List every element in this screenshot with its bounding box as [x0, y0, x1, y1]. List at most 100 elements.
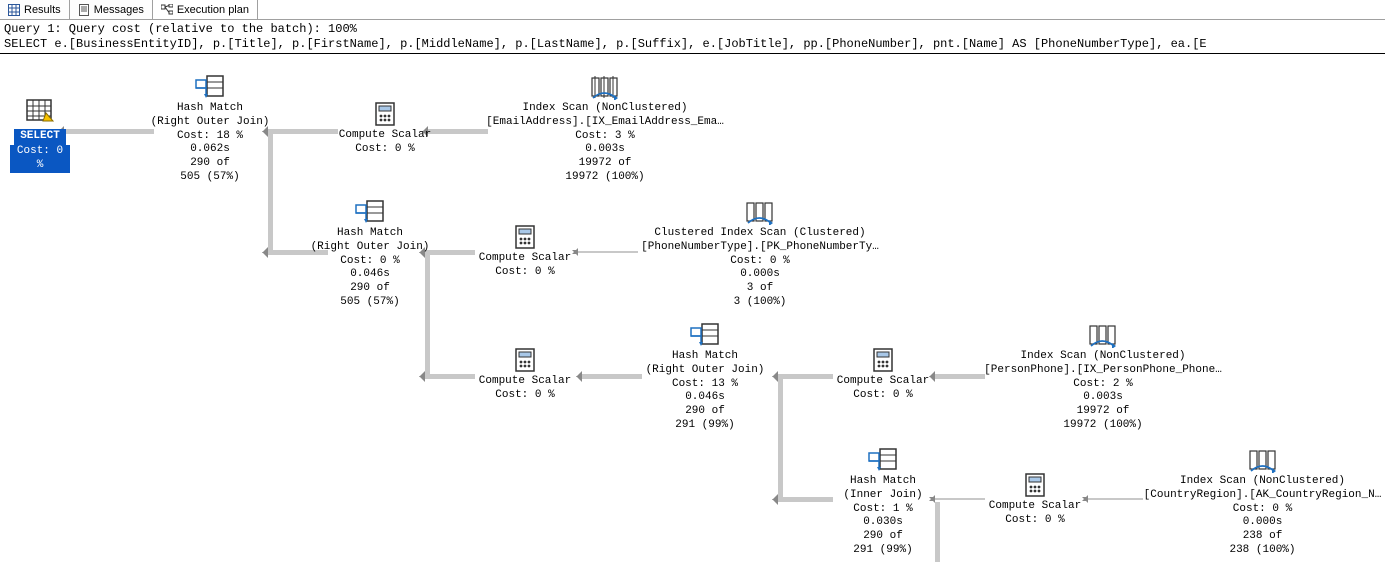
hash-match-icon	[305, 199, 435, 225]
node-line: 505 (57%)	[305, 296, 435, 310]
node-line: 19972 of	[978, 405, 1228, 419]
clustered-index-scan-icon	[635, 199, 885, 225]
node-line: [CountryRegion].[AK_CountryRegion_N…	[1140, 489, 1385, 503]
node-line: Hash Match	[145, 102, 275, 116]
plan-node-index-scan-personphone[interactable]: Index Scan (NonClustered) [PersonPhone].…	[978, 322, 1228, 433]
node-line: Cost: 3 %	[480, 130, 730, 144]
plan-node-hash-match-2[interactable]: Hash Match (Right Outer Join) Cost: 0 % …	[305, 199, 435, 310]
plan-node-select[interactable]: SELECT Cost: 0 %	[10, 99, 70, 173]
node-line: 291 (99%)	[640, 419, 770, 433]
hash-match-icon	[145, 74, 275, 100]
node-line: Compute Scalar	[980, 500, 1090, 514]
node-line: (Right Outer Join)	[305, 241, 435, 255]
node-line: Hash Match	[640, 350, 770, 364]
tab-execution-plan-label: Execution plan	[177, 4, 249, 16]
node-line: 290 of	[828, 530, 938, 544]
node-line: Compute Scalar	[470, 252, 580, 266]
node-line: 290 of	[640, 405, 770, 419]
execution-plan-canvas[interactable]: SELECT Cost: 0 % Hash Match (Right Outer…	[0, 54, 1385, 574]
node-line: 238 of	[1140, 530, 1385, 544]
node-line: (Right Outer Join)	[640, 364, 770, 378]
compute-scalar-icon	[470, 224, 580, 250]
grid-icon	[8, 4, 20, 16]
compute-scalar-icon	[470, 347, 580, 373]
document-icon	[78, 4, 90, 16]
node-line: Index Scan (NonClustered)	[978, 350, 1228, 364]
plan-node-compute-scalar-2[interactable]: Compute Scalar Cost: 0 %	[470, 224, 580, 280]
plan-node-index-scan-countryregion[interactable]: Index Scan (NonClustered) [CountryRegion…	[1140, 447, 1385, 558]
node-line: 3 (100%)	[635, 296, 885, 310]
plan-node-hash-match-1[interactable]: Hash Match (Right Outer Join) Cost: 18 %…	[145, 74, 275, 185]
node-line: Cost: 1 %	[828, 503, 938, 517]
node-line: 0.046s	[640, 391, 770, 405]
compute-scalar-icon	[828, 347, 938, 373]
node-line: 0.062s	[145, 143, 275, 157]
plan-arrow	[578, 251, 638, 253]
node-line: Cost: 0 %	[470, 266, 580, 280]
node-line: Cost: 2 %	[978, 378, 1228, 392]
node-line: 238 (100%)	[1140, 544, 1385, 558]
node-line: 0.003s	[978, 391, 1228, 405]
plan-arrow	[425, 374, 475, 379]
node-line: (Right Outer Join)	[145, 116, 275, 130]
tab-results-label: Results	[24, 4, 61, 16]
compute-scalar-icon	[980, 472, 1090, 498]
node-line: Cost: 0 %	[828, 389, 938, 403]
plan-arrow	[268, 129, 338, 134]
plan-node-compute-scalar-5[interactable]: Compute Scalar Cost: 0 %	[980, 472, 1090, 528]
query-cost-line: Query 1: Query cost (relative to the bat…	[0, 20, 1385, 37]
node-line: Cost: 0 %	[330, 143, 440, 157]
node-line: 0.003s	[480, 143, 730, 157]
node-line: 3 of	[635, 282, 885, 296]
node-line: (Inner Join)	[828, 489, 938, 503]
node-line: Compute Scalar	[828, 375, 938, 389]
plan-arrow	[778, 379, 783, 501]
tab-messages-label: Messages	[94, 4, 144, 16]
plan-node-compute-scalar-1[interactable]: Compute Scalar Cost: 0 %	[330, 101, 440, 157]
node-line: Compute Scalar	[470, 375, 580, 389]
node-line: Index Scan (NonClustered)	[1140, 475, 1385, 489]
plan-arrow	[778, 497, 833, 502]
node-line: [EmailAddress].[IX_EmailAddress_Ema…	[480, 116, 730, 130]
node-line: 291 (99%)	[828, 544, 938, 558]
node-line: 0.030s	[828, 516, 938, 530]
plan-node-compute-scalar-4[interactable]: Compute Scalar Cost: 0 %	[828, 347, 938, 403]
node-line: 0.000s	[635, 268, 885, 282]
node-line: 290 of	[305, 282, 435, 296]
tab-strip: Results Messages Execution plan	[0, 0, 1385, 20]
plan-arrow	[64, 129, 154, 134]
node-line: Cost: 0 %	[305, 255, 435, 269]
plan-arrow	[778, 374, 833, 379]
node-line: [PersonPhone].[IX_PersonPhone_Phone…	[978, 364, 1228, 378]
node-line: 505 (57%)	[145, 171, 275, 185]
node-line: Hash Match	[305, 227, 435, 241]
node-line: Compute Scalar	[330, 129, 440, 143]
node-line: Cost: 18 %	[145, 130, 275, 144]
select-icon	[10, 99, 70, 125]
node-line: Cost: 13 %	[640, 378, 770, 392]
hash-match-icon	[640, 322, 770, 348]
node-line: Cost: 0 %	[635, 255, 885, 269]
tab-results[interactable]: Results	[0, 0, 70, 19]
plan-node-hash-match-4[interactable]: Hash Match (Inner Join) Cost: 1 % 0.030s…	[828, 447, 938, 558]
plan-node-clustered-index-scan-phonenumbertype[interactable]: Clustered Index Scan (Clustered) [PhoneN…	[635, 199, 885, 310]
plan-node-compute-scalar-3[interactable]: Compute Scalar Cost: 0 %	[470, 347, 580, 403]
query-sql-line: SELECT e.[BusinessEntityID], p.[Title], …	[0, 37, 1385, 54]
index-scan-icon	[480, 74, 730, 100]
tab-messages[interactable]: Messages	[70, 0, 153, 19]
node-line: Hash Match	[828, 475, 938, 489]
plan-arrow	[1088, 498, 1143, 500]
node-line: Index Scan (NonClustered)	[480, 102, 730, 116]
compute-scalar-icon	[330, 101, 440, 127]
tab-execution-plan[interactable]: Execution plan	[153, 0, 258, 19]
node-line: Cost: 0 %	[980, 514, 1090, 528]
node-line: [PhoneNumberType].[PK_PhoneNumberTy…	[635, 241, 885, 255]
plan-node-hash-match-3[interactable]: Hash Match (Right Outer Join) Cost: 13 %…	[640, 322, 770, 433]
hash-match-icon	[828, 447, 938, 473]
plan-icon	[161, 4, 173, 16]
node-line: Clustered Index Scan (Clustered)	[635, 227, 885, 241]
plan-node-index-scan-emailaddress[interactable]: Index Scan (NonClustered) [EmailAddress]…	[480, 74, 730, 185]
plan-arrow	[582, 374, 642, 379]
node-line: Cost: 0 %	[1140, 503, 1385, 517]
node-line: 19972 (100%)	[480, 171, 730, 185]
